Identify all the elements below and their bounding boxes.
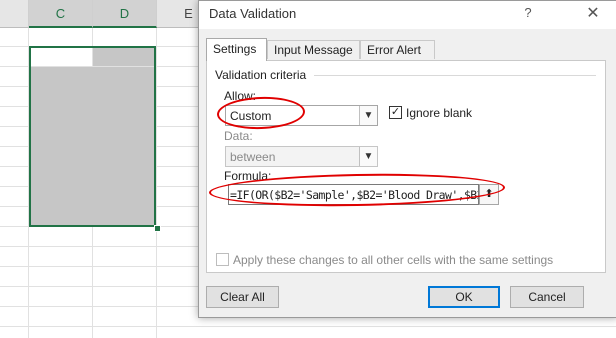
grid-line bbox=[156, 28, 157, 338]
tab-settings[interactable]: Settings bbox=[206, 38, 267, 61]
range-select-icon[interactable]: ⬆ bbox=[479, 184, 499, 205]
allow-label: Allow: bbox=[224, 89, 257, 103]
corner-header[interactable] bbox=[0, 0, 29, 28]
formula-input[interactable]: =IF(OR($B2='Sample',$B2='Blood Draw',$B2… bbox=[228, 184, 479, 205]
fill-handle[interactable] bbox=[154, 225, 161, 232]
ignore-blank-checkbox[interactable]: ✓ bbox=[389, 106, 402, 119]
column-header-d[interactable]: D bbox=[93, 0, 157, 28]
allow-dropdown[interactable]: Custom ▼ bbox=[225, 105, 378, 126]
section-divider bbox=[314, 75, 596, 76]
tab-error-alert[interactable]: Error Alert bbox=[360, 40, 435, 59]
apply-all-checkbox bbox=[216, 253, 229, 266]
chevron-down-icon: ▼ bbox=[359, 147, 377, 166]
tab-input-message[interactable]: Input Message bbox=[267, 40, 360, 59]
ok-button[interactable]: OK bbox=[428, 286, 500, 308]
validation-criteria-heading: Validation criteria bbox=[215, 68, 307, 82]
clear-all-button[interactable]: Clear All bbox=[206, 286, 279, 308]
selection-border bbox=[29, 46, 156, 227]
column-header-c[interactable]: C bbox=[29, 0, 93, 28]
formula-label: Formula: bbox=[224, 169, 272, 183]
ignore-blank-label[interactable]: Ignore blank bbox=[406, 106, 472, 120]
grid-line bbox=[0, 326, 616, 327]
cancel-button[interactable]: Cancel bbox=[510, 286, 584, 308]
apply-all-label: Apply these changes to all other cells w… bbox=[233, 253, 554, 267]
data-label: Data: bbox=[224, 129, 253, 143]
data-dropdown-value: between bbox=[230, 150, 276, 164]
data-validation-dialog: Data Validation ? ✕ Settings Input Messa… bbox=[198, 0, 616, 318]
close-icon[interactable]: ✕ bbox=[585, 3, 601, 23]
dialog-title: Data Validation bbox=[209, 6, 297, 21]
dialog-titlebar[interactable]: Data Validation ? ✕ bbox=[199, 1, 616, 29]
formula-input-value: =IF(OR($B2='Sample',$B2='Blood Draw',$B2… bbox=[230, 188, 479, 202]
help-icon[interactable]: ? bbox=[521, 5, 535, 20]
chevron-down-icon[interactable]: ▼ bbox=[359, 106, 377, 125]
allow-dropdown-value: Custom bbox=[230, 109, 272, 123]
data-dropdown: between ▼ bbox=[225, 146, 378, 167]
settings-panel: Validation criteria Allow: Custom ▼ ✓ Ig… bbox=[206, 60, 606, 273]
